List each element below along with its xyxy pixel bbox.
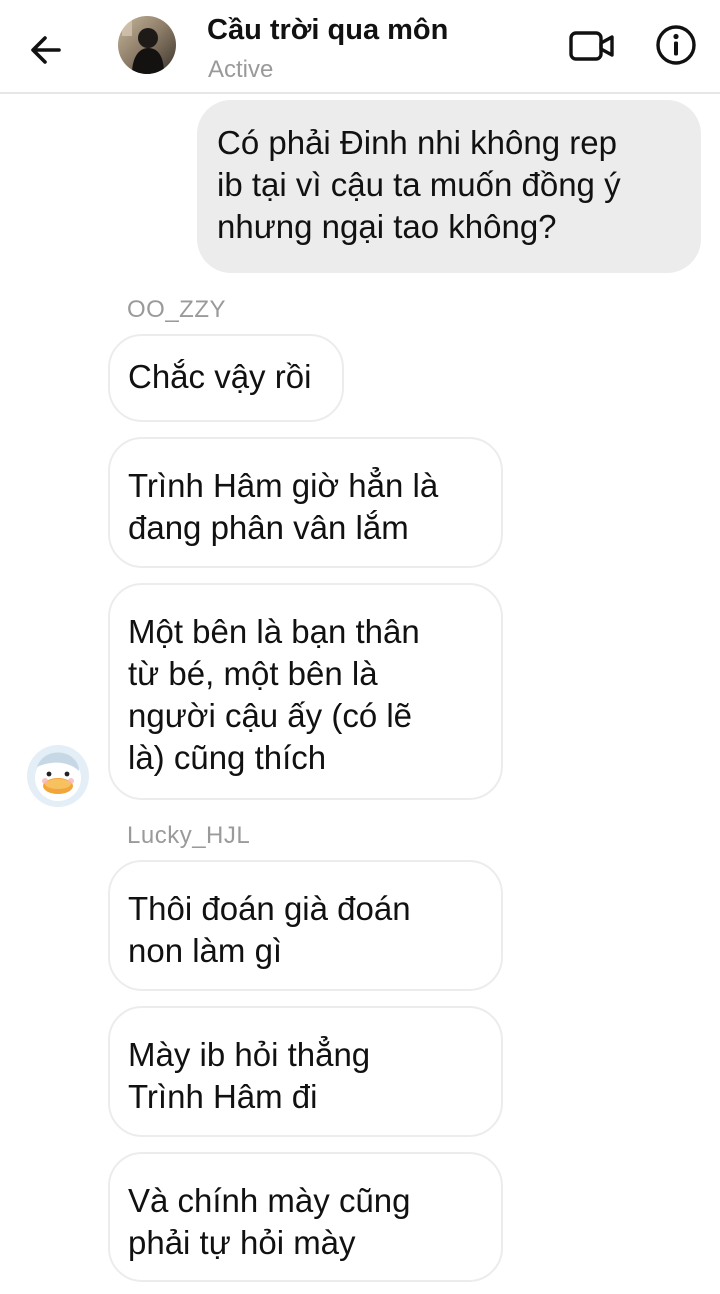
sender-avatar[interactable] [27,745,89,807]
arrow-left-icon [31,36,61,64]
duck-avatar-image [27,745,89,807]
incoming-message[interactable]: Thôi đoán già đoán non làm gì [108,860,503,991]
chat-title: Cầu trời qua môn [207,14,449,46]
chat-header: Cầu trời qua môn Active [0,0,720,94]
info-button[interactable] [653,22,699,68]
video-call-button[interactable] [566,24,618,68]
outgoing-message[interactable]: Có phải Đinh nhi không rep ib tại vì cậu… [197,100,701,273]
contact-avatar[interactable] [118,16,176,74]
active-status: Active [208,56,274,83]
incoming-message[interactable]: Trình Hâm giờ hẳn là đang phân vân lắm [108,437,503,568]
sender-name: Lucky_HJL [127,822,251,849]
avatar-image [118,16,176,74]
incoming-message[interactable]: Mày ib hỏi thẳng Trình Hâm đi [108,1006,503,1137]
sender-name: OO_ZZY [127,296,227,323]
video-camera-icon [569,31,614,61]
incoming-message[interactable]: Một bên là bạn thân từ bé, một bên là ng… [108,583,503,800]
info-icon [656,25,696,65]
back-button[interactable] [22,26,70,74]
incoming-message[interactable]: Chắc vậy rồi [108,334,344,422]
incoming-message[interactable]: Và chính mày cũng phải tự hỏi mày [108,1152,503,1282]
